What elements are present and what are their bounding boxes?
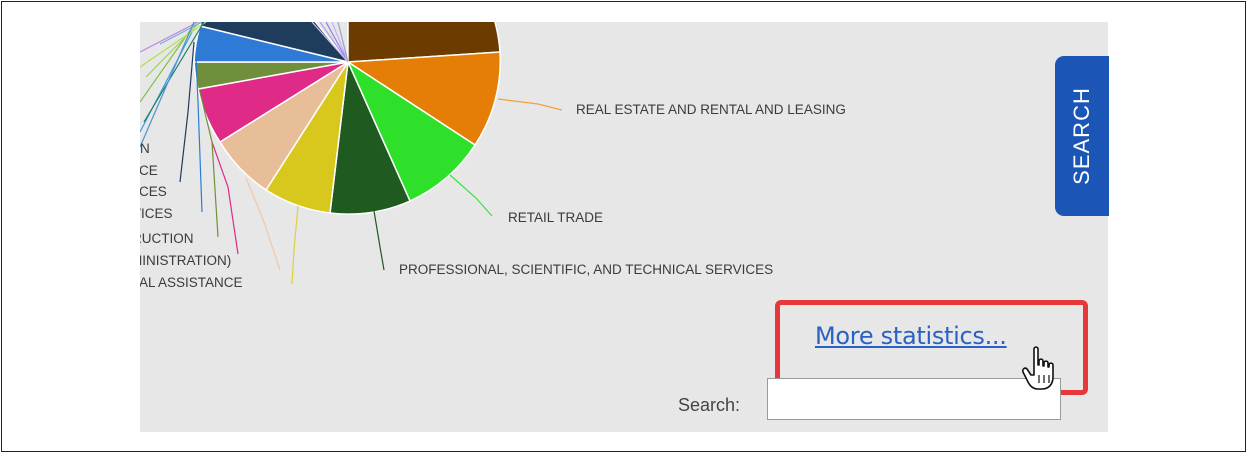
search-tab-label: SEARCH xyxy=(1069,87,1094,185)
leader-yellow xyxy=(291,205,299,285)
label-professional: PROFESSIONAL, SCIENTIFIC, AND TECHNICAL … xyxy=(399,262,773,277)
label-clipped-ministration: MINISTRATION) xyxy=(140,253,231,268)
leader-retail xyxy=(449,174,493,217)
label-real-estate: REAL ESTATE AND RENTAL AND LEASING xyxy=(576,102,846,117)
label-retail-trade: RETAIL TRADE xyxy=(508,210,603,225)
label-clipped-ruction: RUCTION xyxy=(140,231,194,246)
leader-navy xyxy=(179,41,195,183)
label-clipped-ces: CES xyxy=(140,184,167,199)
label-clipped-n: N xyxy=(140,141,150,156)
more-statistics-link[interactable]: More statistics... xyxy=(815,322,1007,350)
label-clipped-ce: CE xyxy=(140,163,158,178)
search-input[interactable] xyxy=(767,378,1061,420)
search-tab-button[interactable]: SEARCH xyxy=(1055,56,1109,216)
hand-pointer-icon xyxy=(1022,346,1054,390)
label-clipped-vices: VICES xyxy=(140,206,173,221)
leader-real-estate xyxy=(497,98,563,111)
leader-fan-1 xyxy=(140,31,193,133)
label-clipped-assistance: AL ASSISTANCE xyxy=(140,275,243,290)
pie-slices xyxy=(193,22,502,215)
leader-professional xyxy=(373,210,385,271)
search-label: Search: xyxy=(678,395,741,415)
